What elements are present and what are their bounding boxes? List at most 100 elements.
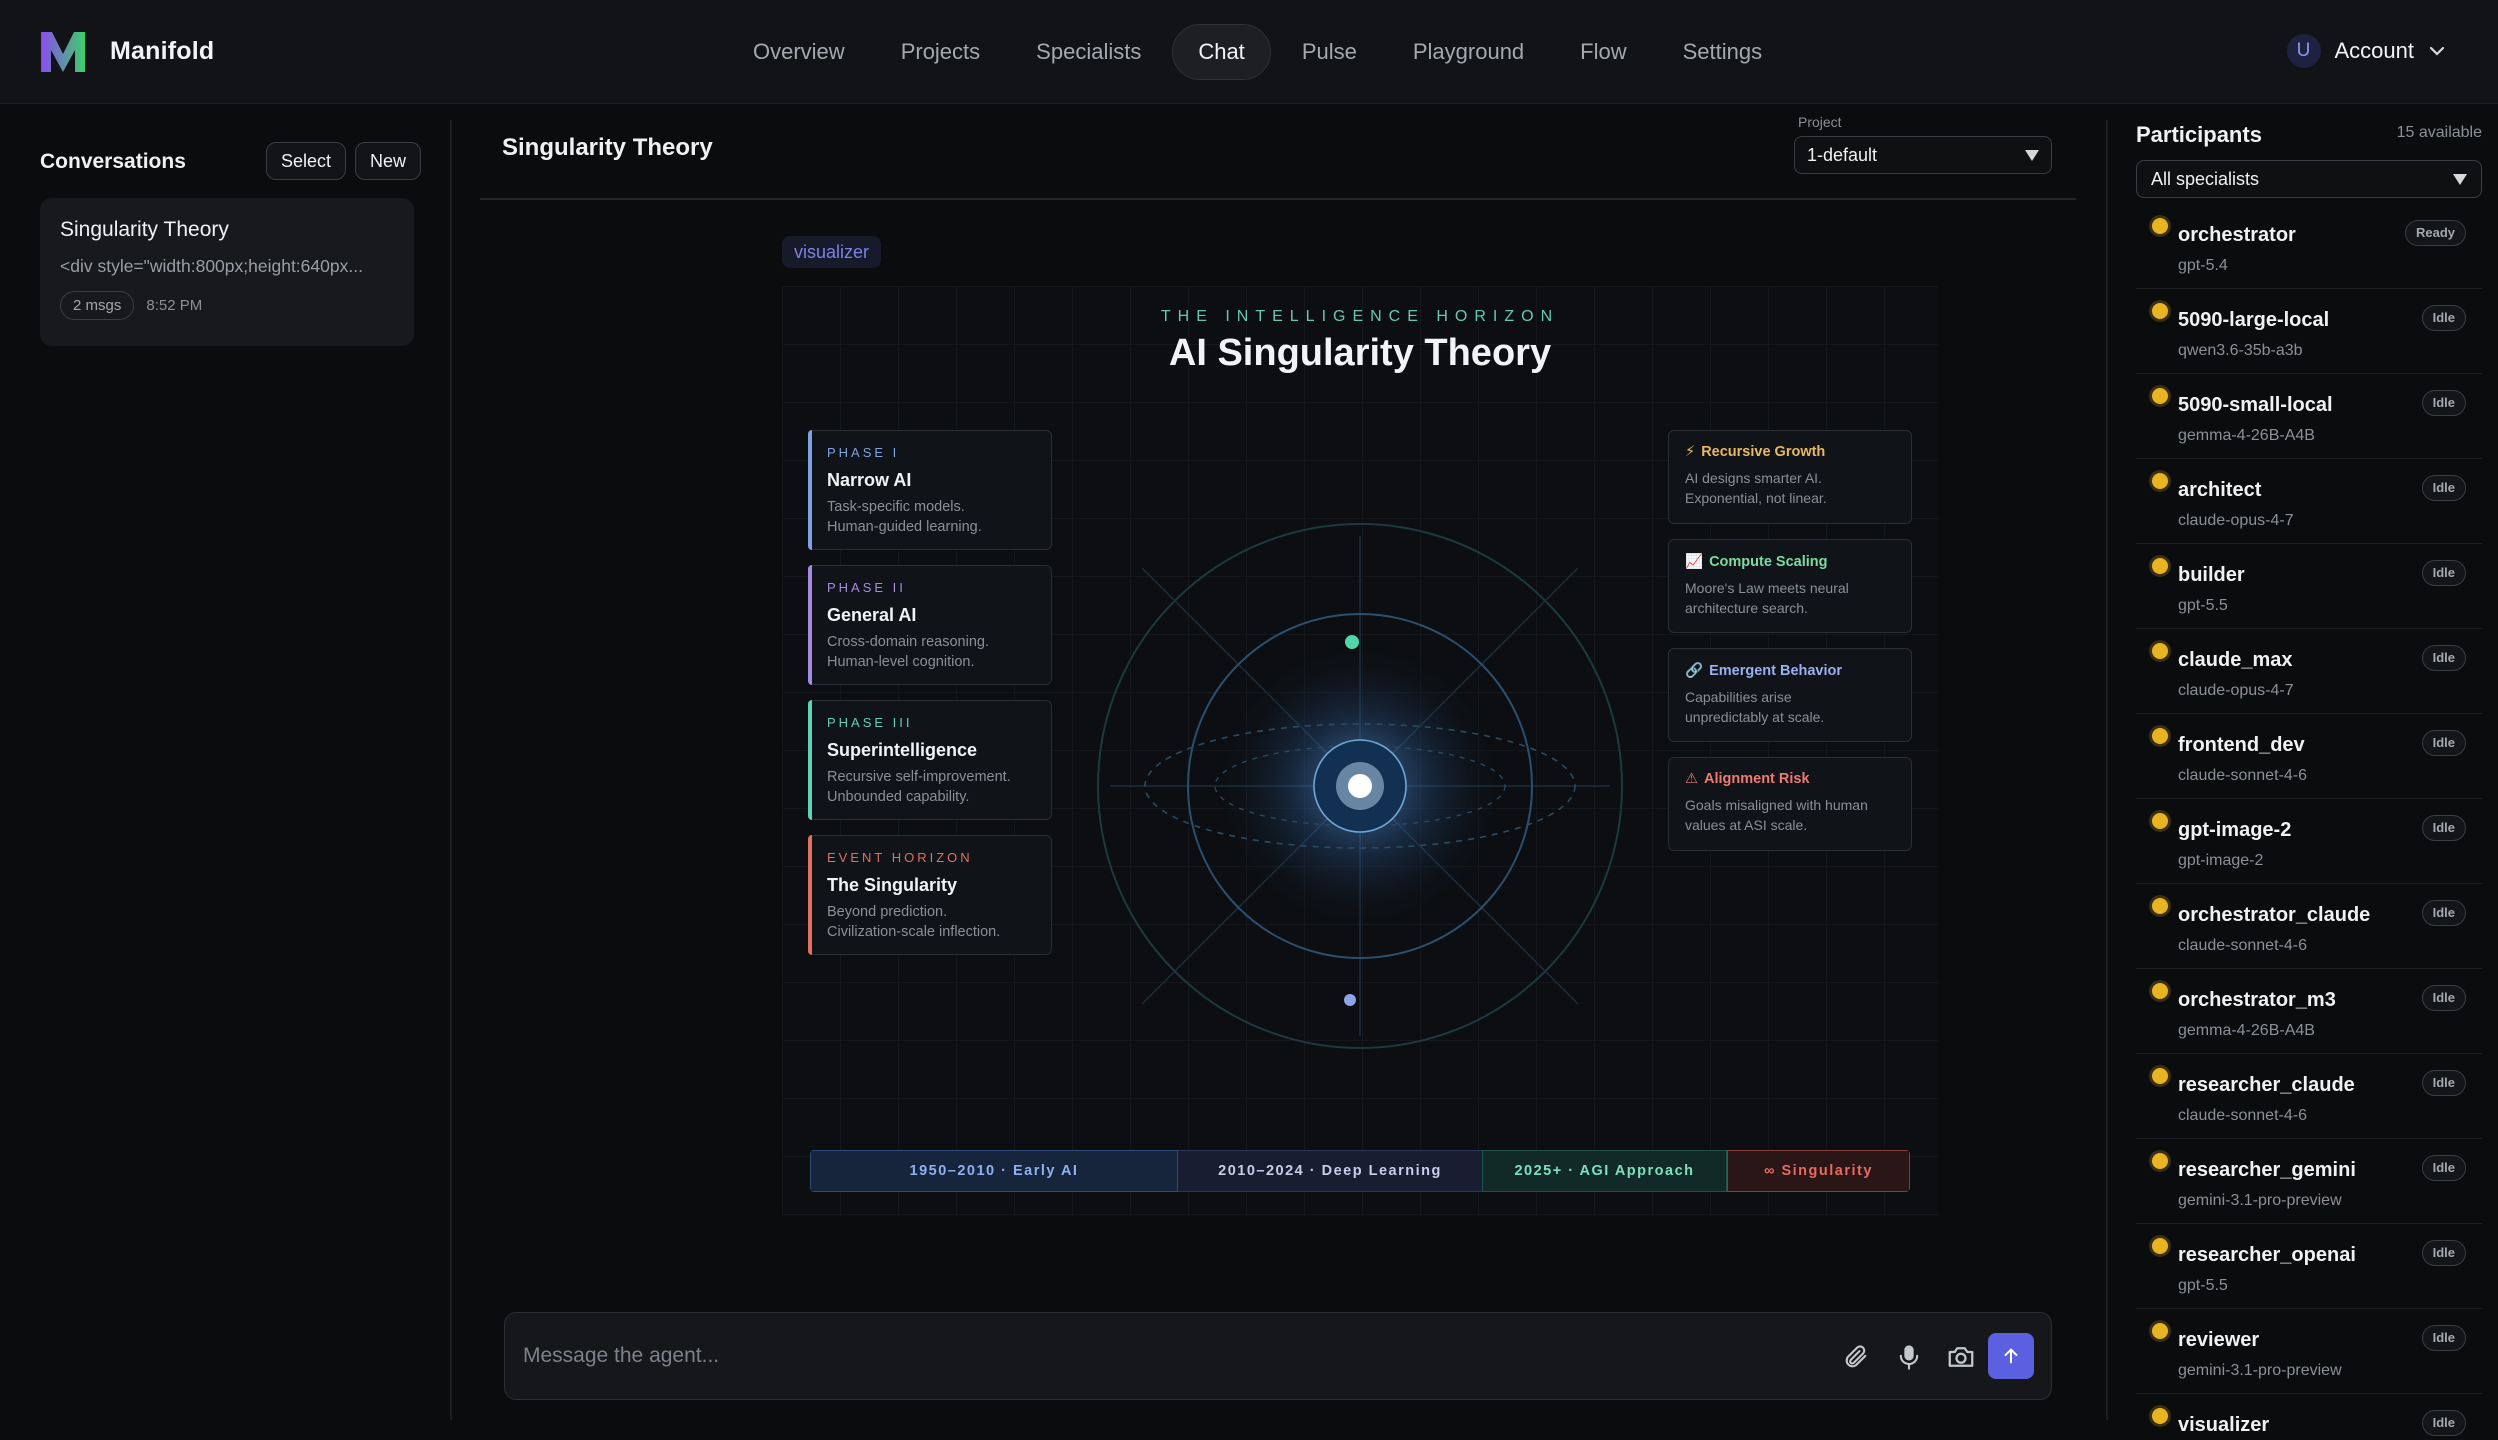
paperclip-icon[interactable] <box>1838 1339 1874 1375</box>
nav-pulse[interactable]: Pulse <box>1277 24 1382 80</box>
status-badge: Idle <box>2421 815 2466 841</box>
status-badge: Ready <box>2404 220 2466 246</box>
timeline-segment: 2010–2024 · Deep Learning <box>1178 1150 1482 1192</box>
phase-label: PHASE III <box>827 715 913 730</box>
participant-item[interactable]: architect claude-opus-4-7 Idle <box>2136 459 2482 544</box>
nav-specialists[interactable]: Specialists <box>1011 24 1166 80</box>
participant-item[interactable]: 5090-small-local gemma-4-26B-A4B Idle <box>2136 374 2482 459</box>
select-button[interactable]: Select <box>266 142 347 180</box>
participant-item[interactable]: researcher_claude claude-sonnet-4-6 Idle <box>2136 1054 2482 1139</box>
participant-name: architect <box>2178 479 2262 501</box>
status-dot <box>2152 1153 2168 1169</box>
message-count-badge: 2 msgs <box>60 291 135 320</box>
participant-model: claude-opus-4-7 <box>2178 512 2294 529</box>
participant-item[interactable]: orchestrator gpt-5.4 Ready <box>2136 204 2482 289</box>
link-icon: 🔗 <box>1685 663 1704 679</box>
project-select-value: 1-default <box>1807 144 1878 165</box>
status-badge: Idle <box>2421 475 2466 501</box>
project-label: Project <box>1798 114 1842 130</box>
nav-overview[interactable]: Overview <box>728 24 870 80</box>
phase-card-general-ai: PHASE II General AI Cross-domain reasoni… <box>808 565 1052 685</box>
send-button[interactable] <box>1988 1333 2034 1379</box>
visualization-canvas: THE INTELLIGENCE HORIZON AI Singularity … <box>782 286 1938 1216</box>
participant-name: visualizer <box>2178 1414 2270 1436</box>
status-dot <box>2152 898 2168 914</box>
conversation-item[interactable]: Singularity Theory <div style="width:800… <box>40 198 414 346</box>
timeline-segment: 2025+ · AGI Approach <box>1482 1150 1727 1192</box>
participant-item[interactable]: reviewer gemini-3.1-pro-preview Idle <box>2136 1309 2482 1394</box>
participant-name: builder <box>2178 564 2245 586</box>
status-badge: Idle <box>2421 985 2466 1011</box>
phase-description: Task-specific models. Human-guided learni… <box>827 499 982 535</box>
status-dot <box>2152 473 2168 489</box>
participant-model: gpt-5.5 <box>2178 597 2228 614</box>
status-badge: Idle <box>2421 305 2466 331</box>
phase-title: Narrow AI <box>827 470 912 490</box>
status-dot <box>2152 218 2168 234</box>
participant-item[interactable]: researcher_gemini gemini-3.1-pro-preview… <box>2136 1139 2482 1224</box>
feature-card-compute-scaling: 📈 Compute Scaling Moore's Law meets neura… <box>1668 539 1912 633</box>
microphone-icon[interactable] <box>1891 1339 1927 1375</box>
orbit-diagram <box>1097 523 1623 1049</box>
conversations-heading: Conversations <box>40 150 186 173</box>
participant-name: reviewer <box>2178 1329 2260 1351</box>
participants-heading: Participants <box>2136 122 2262 147</box>
feature-card-alignment-risk: ⚠ Alignment Risk Goals misaligned with hu… <box>1668 757 1912 851</box>
nav-settings[interactable]: Settings <box>1658 24 1788 80</box>
new-conversation-button[interactable]: New <box>355 142 422 180</box>
phase-label: EVENT HORIZON <box>827 850 973 865</box>
status-badge: Idle <box>2421 1410 2466 1436</box>
status-dot <box>2152 728 2168 744</box>
camera-icon[interactable] <box>1943 1339 1979 1375</box>
specialist-tag: visualizer <box>782 236 882 268</box>
status-badge: Idle <box>2421 560 2466 586</box>
avatar: U <box>2286 34 2321 68</box>
participant-item[interactable]: frontend_dev claude-sonnet-4-6 Idle <box>2136 714 2482 799</box>
timeline-bar: 1950–2010 · Early AI 2010–2024 · Deep Le… <box>810 1150 1910 1192</box>
participant-item[interactable]: orchestrator_claude claude-sonnet-4-6 Id… <box>2136 884 2482 969</box>
nav-playground[interactable]: Playground <box>1388 24 1549 80</box>
phase-title: Superintelligence <box>827 740 978 760</box>
message-input[interactable]: Message the agent... <box>523 1344 719 1368</box>
warning-icon: ⚠ <box>1685 771 1698 787</box>
participant-item[interactable]: builder gpt-5.5 Idle <box>2136 544 2482 629</box>
nav-projects[interactable]: Projects <box>876 24 1005 80</box>
participants-count: 15 available <box>2396 124 2482 141</box>
viz-title: AI Singularity Theory <box>1168 332 1552 374</box>
phase-card-narrow-ai: PHASE I Narrow AI Task-specific models. H… <box>808 430 1052 550</box>
timeline-segment: ∞ Singularity <box>1727 1150 1910 1192</box>
participant-item[interactable]: 5090-large-local qwen3.6-35b-a3b Idle <box>2136 289 2482 374</box>
participant-model: claude-sonnet-4-6 <box>2178 1107 2307 1124</box>
brand[interactable]: Manifold <box>38 28 214 74</box>
participant-item[interactable]: claude_max claude-opus-4-7 Idle <box>2136 629 2482 714</box>
participant-item[interactable]: orchestrator_m3 gemma-4-26B-A4B Idle <box>2136 969 2482 1054</box>
status-dot <box>2152 813 2168 829</box>
project-select[interactable]: 1-default <box>1794 136 2052 174</box>
feature-card-emergent-behavior: 🔗 Emergent Behavior Capabilities arise unp… <box>1668 648 1912 742</box>
participant-model: gemma-4-26B-A4B <box>2178 1022 2315 1039</box>
participant-name: researcher_gemini <box>2178 1159 2356 1181</box>
participant-item[interactable]: visualizer Idle <box>2136 1394 2482 1440</box>
participant-item[interactable]: researcher_openai gpt-5.5 Idle <box>2136 1224 2482 1309</box>
status-badge: Idle <box>2421 390 2466 416</box>
chat-title: Singularity Theory <box>502 134 713 161</box>
conversations-sidebar: Conversations Select New Singularity The… <box>0 104 452 1440</box>
timeline-segment: 1950–2010 · Early AI <box>810 1150 1178 1192</box>
participant-item[interactable]: gpt-image-2 gpt-image-2 Idle <box>2136 799 2482 884</box>
lightning-icon: ⚡ <box>1685 444 1696 460</box>
status-dot <box>2152 983 2168 999</box>
chevron-down-icon <box>2429 46 2445 56</box>
nav-flow[interactable]: Flow <box>1555 24 1651 80</box>
participant-name: orchestrator_claude <box>2178 904 2371 926</box>
phase-description: Beyond prediction. Civilization-scale inf… <box>827 904 1001 940</box>
status-dot <box>2152 643 2168 659</box>
participants-filter-select[interactable]: All specialists <box>2136 160 2482 198</box>
chart-up-icon: 📈 <box>1685 554 1704 570</box>
participant-model: gpt-5.5 <box>2178 1277 2228 1294</box>
status-badge: Idle <box>2421 1240 2466 1266</box>
participant-name: frontend_dev <box>2178 734 2305 756</box>
nav-chat[interactable]: Chat <box>1172 24 1271 80</box>
account-menu[interactable]: U Account <box>2286 34 2447 68</box>
participant-model: claude-sonnet-4-6 <box>2178 937 2307 954</box>
participant-model: claude-sonnet-4-6 <box>2178 767 2307 784</box>
